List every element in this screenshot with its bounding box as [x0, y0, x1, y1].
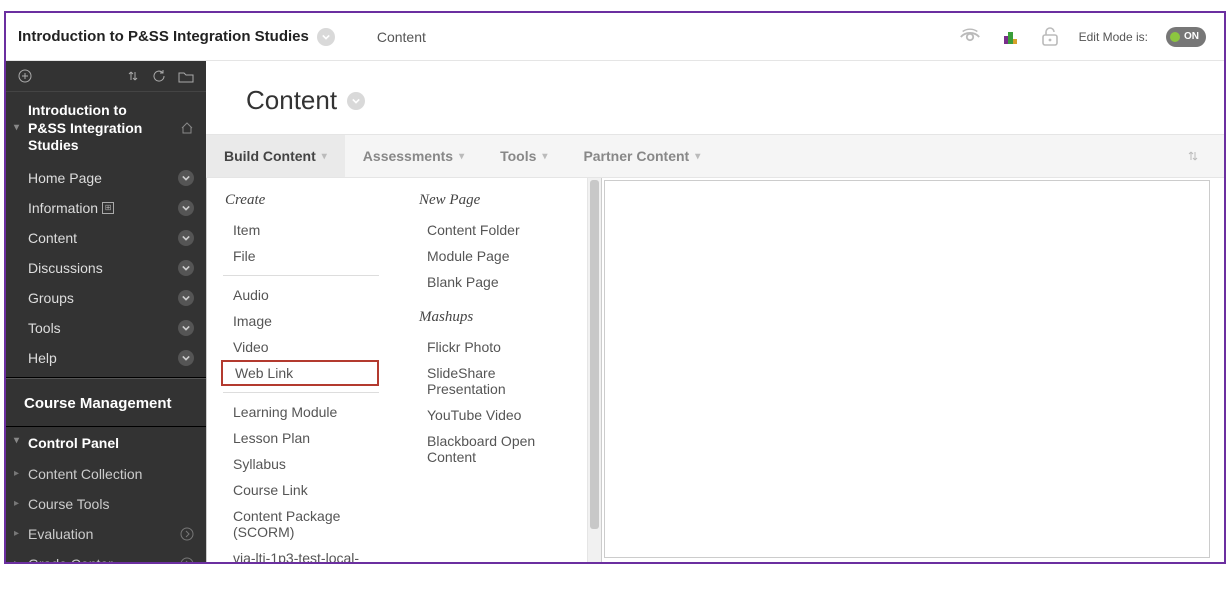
chevron-down-icon[interactable]: [178, 350, 194, 366]
chevron-down-icon: ▾: [695, 151, 700, 162]
student-preview-icon[interactable]: [959, 26, 981, 48]
ally-report-icon[interactable]: [999, 26, 1021, 48]
refresh-icon[interactable]: [152, 69, 166, 83]
go-arrow-icon[interactable]: [180, 527, 194, 541]
tab-partner-content[interactable]: Partner Content ▾: [565, 135, 718, 177]
sidebar-item-tools[interactable]: Tools: [6, 313, 206, 343]
control-panel-item-label: Course Tools: [28, 496, 109, 512]
chevron-down-icon[interactable]: [178, 200, 194, 216]
content-canvas: [604, 180, 1210, 558]
control-panel-item-grade-center[interactable]: ▸ Grade Center: [6, 549, 206, 563]
menu-item-image[interactable]: Image: [219, 308, 393, 334]
menu-heading-mashups: Mashups: [413, 309, 587, 326]
expand-caret-icon: ▸: [14, 558, 19, 562]
tab-assessments[interactable]: Assessments ▾: [345, 135, 482, 177]
reorder-content-icon[interactable]: [1186, 149, 1200, 163]
menu-column-newpage: New Page Content FolderModule PageBlank …: [393, 178, 587, 562]
collapse-caret-icon: ▾: [14, 122, 19, 135]
menu-item-youtube-video[interactable]: YouTube Video: [413, 402, 587, 428]
edit-mode-toggle[interactable]: ON: [1166, 27, 1206, 47]
sidebar-item-discussions[interactable]: Discussions: [6, 253, 206, 283]
menu-item-audio[interactable]: Audio: [219, 282, 393, 308]
sidebar-course-heading[interactable]: ▾ Introduction to P&SS Integration Studi…: [6, 92, 206, 163]
menu-item-blank-page[interactable]: Blank Page: [413, 269, 587, 295]
control-panel-item-label: Evaluation: [28, 526, 93, 542]
chevron-down-icon: ▾: [542, 151, 547, 162]
menu-item-course-link[interactable]: Course Link: [219, 477, 393, 503]
sidebar-item-home-page[interactable]: Home Page: [6, 163, 206, 193]
collapse-caret-icon: ▾: [14, 435, 19, 446]
sidebar-toolbar: [6, 61, 206, 92]
menu-item-content-folder[interactable]: Content Folder: [413, 217, 587, 243]
page-title: Content: [246, 85, 337, 116]
course-title: Introduction to P&SS Integration Studies: [18, 28, 309, 45]
menu-item-video[interactable]: Video: [219, 334, 393, 360]
breadcrumb[interactable]: Content: [377, 29, 426, 45]
sidebar-item-label: Groups: [28, 290, 74, 306]
chevron-down-icon[interactable]: [178, 260, 194, 276]
edit-mode-label: Edit Mode is:: [1079, 30, 1148, 44]
menu-heading-create: Create: [219, 192, 393, 209]
menu-item-item[interactable]: Item: [219, 217, 393, 243]
course-sidebar: ▾ Introduction to P&SS Integration Studi…: [6, 61, 206, 562]
chevron-down-icon: ▾: [322, 151, 327, 162]
control-panel-item-label: Grade Center: [28, 556, 113, 563]
action-bar: Build Content ▾ Assessments ▾ Tools ▾ Pa…: [206, 134, 1224, 178]
control-panel-item-label: Content Collection: [28, 466, 142, 482]
menu-item-lesson-plan[interactable]: Lesson Plan: [219, 425, 393, 451]
home-icon[interactable]: [180, 121, 194, 135]
main-content: Content Build Content ▾ Assessments ▾ To…: [206, 61, 1224, 562]
sidebar-item-information[interactable]: Information ⊞: [6, 193, 206, 223]
menu-item-content-package-scorm-[interactable]: Content Package (SCORM): [219, 503, 393, 545]
info-badge-icon: ⊞: [102, 202, 114, 214]
control-panel-heading[interactable]: ▾ Control Panel: [6, 427, 206, 459]
menu-item-flickr-photo[interactable]: Flickr Photo: [413, 334, 587, 360]
menu-item-syllabus[interactable]: Syllabus: [219, 451, 393, 477]
menu-item-learning-module[interactable]: Learning Module: [219, 399, 393, 425]
chevron-down-icon[interactable]: [178, 320, 194, 336]
sidebar-item-label: Content: [28, 230, 77, 246]
chevron-down-icon[interactable]: [178, 170, 194, 186]
sidebar-item-label: Help: [28, 350, 57, 366]
menu-scrollbar[interactable]: [587, 178, 601, 562]
menu-heading-new-page: New Page: [413, 192, 587, 209]
sidebar-item-groups[interactable]: Groups: [6, 283, 206, 313]
menu-item-blackboard-open-content[interactable]: Blackboard Open Content: [413, 428, 587, 470]
course-context-chevron-icon[interactable]: [317, 28, 335, 46]
add-menu-icon[interactable]: [18, 69, 32, 83]
folder-view-icon[interactable]: [178, 69, 194, 83]
sidebar-item-content[interactable]: Content: [6, 223, 206, 253]
control-panel-item-evaluation[interactable]: ▸ Evaluation: [6, 519, 206, 549]
tab-tools[interactable]: Tools ▾: [482, 135, 565, 177]
top-header: Introduction to P&SS Integration Studies…: [6, 13, 1224, 61]
menu-item-web-link[interactable]: Web Link: [221, 360, 379, 386]
menu-item-slideshare-presentation[interactable]: SlideShare Presentation: [413, 360, 587, 402]
expand-caret-icon: ▸: [14, 528, 19, 539]
build-content-menu: Create ItemFile AudioImageVideoWeb Link …: [206, 178, 602, 562]
expand-caret-icon: ▸: [14, 498, 19, 509]
menu-item-module-page[interactable]: Module Page: [413, 243, 587, 269]
sidebar-item-label: Home Page: [28, 170, 102, 186]
course-management-heading: Course Management: [6, 379, 206, 422]
sidebar-item-label: Discussions: [28, 260, 103, 276]
control-panel-item-course-tools[interactable]: ▸ Course Tools: [6, 489, 206, 519]
page-context-chevron-icon[interactable]: [347, 92, 365, 110]
page-title-row: Content: [206, 61, 1224, 134]
chevron-down-icon[interactable]: [178, 290, 194, 306]
lock-icon[interactable]: [1039, 26, 1061, 48]
menu-column-create: Create ItemFile AudioImageVideoWeb Link …: [207, 178, 393, 562]
control-panel-item-content-collection[interactable]: ▸ Content Collection: [6, 459, 206, 489]
scrollbar-thumb[interactable]: [590, 180, 599, 529]
menu-item-file[interactable]: File: [219, 243, 393, 269]
go-arrow-icon[interactable]: [180, 557, 194, 563]
chevron-down-icon[interactable]: [178, 230, 194, 246]
sidebar-item-label: Information: [28, 200, 98, 216]
tab-build-content[interactable]: Build Content ▾: [206, 135, 345, 177]
sidebar-item-help[interactable]: Help: [6, 343, 206, 373]
reorder-icon[interactable]: [126, 69, 140, 83]
chevron-down-icon: ▾: [459, 151, 464, 162]
menu-item-via-lti-1p3-test-local-score[interactable]: via-lti-1p3-test-local-score: [219, 545, 393, 562]
expand-caret-icon: ▸: [14, 468, 19, 479]
sidebar-item-label: Tools: [28, 320, 61, 336]
